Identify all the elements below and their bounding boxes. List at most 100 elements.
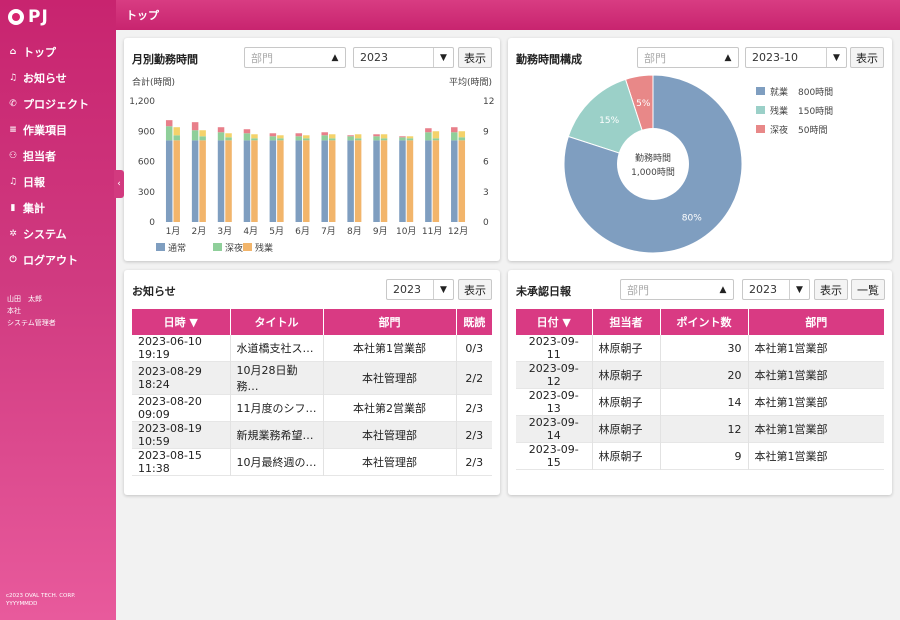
table-row[interactable]: 2023-09-13 林原朝子 14 本社第1営業部 [516,388,884,416]
pie-center-title: 勤務時間 [635,152,671,164]
user-info: 山田 太郎 本社 システム管理者 [0,293,116,329]
table-cell: 本社第1営業部 [754,450,828,463]
table-cell: 9 [660,442,749,470]
table-row[interactable]: 2023-08-20 09:09 11月度のシフ… 本社第2営業部 2/3 [132,394,492,422]
bar-segment [399,137,406,141]
staff-icon: ⚇ [8,151,18,161]
table-row[interactable]: 2023-08-15 11:38 10月最終週の… 本社管理部 2/3 [132,448,492,476]
table-cell: 2/3 [465,455,484,469]
bar-segment [199,136,206,141]
sidebar-item-daily-report[interactable]: ♫ 日報 [0,169,116,195]
user-role: システム管理者 [7,319,56,327]
bar-segment [225,140,232,222]
column-header[interactable]: 日付 ▼ [516,309,593,335]
pie-hole [617,128,689,200]
bar-segment [458,137,466,141]
sidebar-item-label: お知らせ [23,72,67,85]
legend-item: 就業 800時間 [756,86,833,98]
list-button[interactable]: 一覧 [851,279,885,300]
sidebar-item-label: トップ [23,46,56,59]
sidebar-item-system[interactable]: ✲ システム [0,221,116,247]
page-title: トップ [126,9,159,22]
bar-segment [243,129,251,134]
show-button[interactable]: 表示 [458,279,492,300]
table-row[interactable]: 2023-08-19 10:59 新規業務希望… 本社管理部 2/3 [132,421,492,449]
bar-segment [277,138,284,141]
sidebar-item-notice[interactable]: ♫ お知らせ [0,65,116,91]
sidebar-item-summary[interactable]: ▮ 集計 [0,195,116,221]
sidebar-item-work-items[interactable]: ≡ 作業項目 [0,117,116,143]
legend-label: 通常 [168,242,186,254]
unapproved-report-panel: 未承認日報 部門 ▲ 2023 ▼ 表示 一覧 日付 ▼ 担当者 ポイント数 部門 2… [508,270,892,495]
table-row[interactable]: 2023-09-11 林原朝子 30 本社第1営業部 [516,335,884,362]
table-cell: 本社管理部 [323,421,457,449]
y2-tick-label: 3 [483,188,489,198]
column-header: タイトル [230,309,324,335]
bar-segment [380,134,388,139]
bar-segment [165,140,173,222]
left-axis-label: 合計(時間) [132,76,175,88]
table-cell: 林原朝子 [592,335,661,362]
sidebar-item-logout[interactable]: ⏻ ログアウト [0,247,116,273]
bar-segment [373,134,380,137]
table-row[interactable]: 2023-08-29 18:24 10月28日勤務… 本社管理部 2/2 [132,361,492,395]
table-row[interactable]: 2023-09-15 林原朝子 9 本社第1営業部 [516,442,884,470]
sidebar-item-top[interactable]: ⌂ トップ [0,39,116,65]
column-header: 担当者 [592,309,661,335]
table-row[interactable]: 2023-06-10 19:19 水道橋支社ス… 本社第1営業部 0/3 [132,335,492,362]
table-cell: 本社第1営業部 [754,342,828,355]
table-cell: 14 [660,388,749,416]
sidebar-item-project[interactable]: ✆ プロジェクト [0,91,116,117]
pie-center-total: 1,000時間 [631,167,675,178]
table-cell: 10月最終週の… [230,448,324,476]
x-tick-label: 2月 [192,226,207,237]
sidebar-nav: ⌂ トップ ♫ お知らせ ✆ プロジェクト ≡ 作業項目 ⚇ 担当者 ♫ 日報 ▮ 集計 ✲ システム ⏻ ログア… [0,39,116,273]
table-cell: 10月28日勤務… [230,361,324,395]
project-icon: ✆ [9,99,17,109]
table-cell: 林原朝子 [592,361,661,389]
legend-swatch [156,243,165,251]
table-cell: 2023-08-15 11:38 [132,448,231,476]
copyright-line1: c2023 OVAL TECH. CORP. [6,593,76,599]
bar-segment [328,140,336,222]
column-header: 部門 [748,309,884,335]
app-logo[interactable]: PJ [0,0,116,33]
bar-segment [165,120,173,127]
bar-segment [321,132,328,136]
bar-segment [328,138,336,141]
bar-segment [451,132,458,141]
table-cell: 0/3 [465,341,484,355]
bar-segment [173,135,180,141]
year-select[interactable]: 2023 ▼ [742,279,810,300]
table-cell: 本社第1営業部 [754,396,828,409]
department-select[interactable]: 部門 ▲ [620,279,734,300]
table-cell: 林原朝子 [592,388,661,416]
monthly-hours-chart: 合計(時間) 平均(時間) 0 0 300 3 600 6 900 9 1,200 12 1月 2月 3… [129,76,494,254]
logo-text: PJ [28,6,49,27]
sidebar-collapse-button[interactable]: ‹ [114,170,124,198]
show-button[interactable]: 表示 [814,279,848,300]
bar-segment [303,135,310,139]
bar-segment [458,140,466,222]
user-name: 山田 太郎 [7,295,42,303]
year-select[interactable]: 2023 ▼ [386,279,454,300]
bar-segment [251,138,258,141]
bar-segment [295,136,303,141]
bar-segment [451,140,458,222]
caret-up-icon: ▲ [719,284,727,295]
y-tick-label: 300 [138,188,155,198]
table-row[interactable]: 2023-09-14 林原朝子 12 本社第1営業部 [516,415,884,443]
y-tick-label: 900 [138,127,155,137]
bar-segment [425,132,432,141]
sidebar-item-label: 作業項目 [23,124,67,137]
table-row[interactable]: 2023-09-12 林原朝子 20 本社第1営業部 [516,361,884,389]
sidebar-item-staff[interactable]: ⚇ 担当者 [0,143,116,169]
year-value: 2023 [393,283,421,296]
bar-segment [347,140,354,222]
table-cell: 本社管理部 [323,361,457,395]
year-value: 2023 [749,283,777,296]
column-header[interactable]: 日時 ▼ [132,309,231,335]
bar-segment [173,127,180,136]
bar-segment [321,135,328,141]
table-cell: 本社管理部 [323,448,457,476]
